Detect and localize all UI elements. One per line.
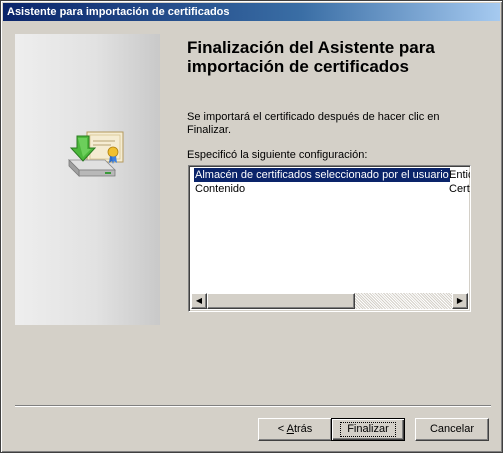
setting-value: Certi bbox=[449, 183, 470, 195]
title-bar[interactable]: Asistente para importación de certificad… bbox=[3, 3, 500, 21]
settings-list-label: Especificó la siguiente configuración: bbox=[187, 149, 368, 161]
cancel-button[interactable]: Cancelar bbox=[415, 418, 489, 441]
wizard-side-banner bbox=[15, 34, 160, 325]
scrollbar-thumb[interactable] bbox=[207, 293, 355, 309]
button-separator bbox=[15, 405, 491, 407]
setting-name: Contenido bbox=[195, 183, 246, 195]
page-title: Finalización del Asistente para importac… bbox=[187, 38, 435, 76]
setting-name: Almacén de certificados seleccionado por… bbox=[193, 168, 451, 183]
horizontal-scrollbar[interactable]: ◀ ▶ bbox=[191, 293, 468, 309]
back-button-label: trás bbox=[293, 423, 313, 435]
back-button[interactable]: < Atrás bbox=[258, 418, 332, 441]
description-text: Se importará el certificado después de h… bbox=[187, 111, 440, 136]
certificate-import-icon bbox=[68, 131, 124, 177]
list-item[interactable]: Almacén de certificados seleccionado por… bbox=[191, 168, 470, 183]
list-item[interactable]: Contenido Certi bbox=[191, 182, 470, 196]
settings-list-rows: Almacén de certificados seleccionado por… bbox=[191, 168, 470, 295]
back-button-accelerator: A bbox=[286, 423, 294, 435]
settings-list[interactable]: Almacén de certificados seleccionado por… bbox=[188, 165, 471, 312]
scroll-left-arrow-icon[interactable]: ◀ bbox=[191, 293, 207, 309]
scroll-right-arrow-icon[interactable]: ▶ bbox=[452, 293, 468, 309]
window-title: Asistente para importación de certificad… bbox=[7, 6, 230, 18]
finish-button[interactable]: Finalizar bbox=[331, 418, 405, 441]
setting-value: Entid bbox=[449, 169, 470, 181]
finish-button-label: Finalizar bbox=[340, 422, 396, 437]
wizard-window: Asistente para importación de certificad… bbox=[0, 0, 503, 453]
back-button-prefix: < bbox=[277, 423, 287, 435]
cancel-button-label: Cancelar bbox=[429, 423, 475, 435]
